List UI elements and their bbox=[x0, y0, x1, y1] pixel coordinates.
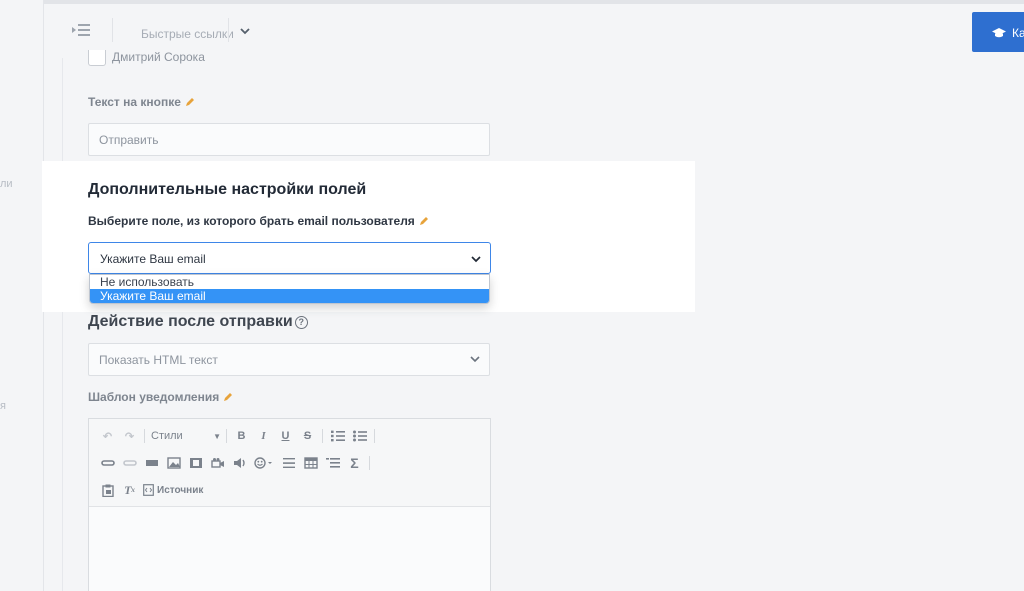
sidebar-label-fragment[interactable]: я bbox=[0, 400, 6, 412]
after-submit-select-value: Показать HTML текст bbox=[99, 353, 218, 367]
source-code-icon bbox=[143, 484, 154, 496]
primary-action-label: Ка bbox=[1012, 26, 1024, 40]
chevron-down-icon bbox=[470, 356, 480, 363]
option-not-used[interactable]: Не использовать bbox=[90, 275, 489, 289]
anchor-icon[interactable] bbox=[143, 455, 160, 471]
template-label-text: Шаблон уведомления bbox=[88, 390, 220, 404]
pencil-icon[interactable] bbox=[185, 97, 195, 107]
button-text-input[interactable]: Отправить bbox=[88, 123, 490, 156]
email-field-label: Выберите поле, из которого брать email п… bbox=[88, 214, 429, 228]
extra-settings-title: Дополнительные настройки полей bbox=[88, 181, 367, 198]
pencil-icon[interactable] bbox=[223, 392, 233, 402]
email-field-label-text: Выберите поле, из которого брать email п… bbox=[88, 214, 415, 228]
option-your-email[interactable]: Укажите Ваш email bbox=[90, 289, 489, 303]
after-submit-title: Действие после отправки? bbox=[88, 313, 308, 331]
caret-down-icon: ▼ bbox=[213, 431, 221, 441]
extra-field-settings-card: Дополнительные настройки полей Выберите … bbox=[42, 161, 695, 312]
template-label: Шаблон уведомления bbox=[88, 390, 233, 404]
flash-icon[interactable] bbox=[187, 455, 204, 471]
italic-icon[interactable]: I bbox=[255, 428, 272, 444]
emoji-icon[interactable] bbox=[253, 455, 275, 471]
video-icon[interactable] bbox=[209, 455, 226, 471]
styles-dropdown-label: Стили bbox=[151, 430, 183, 442]
chevron-down-icon bbox=[471, 256, 481, 263]
toolbar-divider bbox=[228, 18, 229, 42]
paste-icon[interactable] bbox=[99, 482, 116, 498]
underline-icon[interactable]: U bbox=[277, 428, 294, 444]
bold-icon[interactable]: B bbox=[233, 428, 250, 444]
paragraph-list-icon[interactable] bbox=[324, 455, 341, 471]
toolbar-divider bbox=[226, 429, 227, 443]
editor-toolbar: ↶ ↷ Стили ▼ B I U S Σ T x Источник bbox=[89, 419, 490, 507]
help-icon[interactable]: ? bbox=[294, 316, 308, 329]
recipient-checkbox[interactable] bbox=[88, 50, 106, 66]
undo-icon[interactable]: ↶ bbox=[99, 428, 116, 444]
after-submit-title-text: Действие после отправки bbox=[88, 313, 293, 330]
after-submit-select[interactable]: Показать HTML текст bbox=[88, 343, 490, 376]
sidebar-label-fragment[interactable]: ли bbox=[0, 178, 13, 190]
quick-links-label[interactable]: Быстрые ссылки bbox=[141, 27, 234, 41]
graduation-cap-icon bbox=[992, 27, 1006, 42]
pencil-icon[interactable] bbox=[419, 216, 429, 226]
left-sidebar: ли я bbox=[0, 0, 44, 591]
link-icon[interactable] bbox=[99, 455, 116, 471]
button-text-label: Текст на кнопке bbox=[88, 95, 195, 109]
styles-dropdown[interactable]: Стили ▼ bbox=[151, 430, 221, 442]
toolbar-divider bbox=[322, 429, 323, 443]
horizontal-rule-icon[interactable] bbox=[280, 455, 297, 471]
indent-toggle-icon[interactable] bbox=[72, 23, 90, 37]
chevron-down-icon[interactable] bbox=[238, 24, 252, 38]
button-text-label-text: Текст на кнопке bbox=[88, 95, 181, 109]
strikethrough-icon[interactable]: S bbox=[299, 428, 316, 444]
toolbar-divider bbox=[144, 429, 145, 443]
audio-icon[interactable] bbox=[231, 455, 248, 471]
toolbar-divider bbox=[112, 18, 113, 42]
numbered-list-icon[interactable] bbox=[329, 428, 346, 444]
source-button-label: Источник bbox=[157, 484, 204, 496]
email-field-select[interactable]: Укажите Ваш email bbox=[88, 242, 491, 274]
primary-action-button[interactable]: Ка bbox=[972, 12, 1024, 52]
bulleted-list-icon[interactable] bbox=[351, 428, 368, 444]
table-icon[interactable] bbox=[302, 455, 319, 471]
image-icon[interactable] bbox=[165, 455, 182, 471]
clear-format-icon[interactable]: Tx bbox=[121, 482, 138, 498]
email-field-select-value: Укажите Ваш email bbox=[100, 252, 206, 266]
source-button[interactable]: Источник bbox=[143, 482, 203, 498]
recipient-name: Дмитрий Сорока bbox=[112, 50, 205, 64]
toolbar-divider bbox=[374, 429, 375, 443]
rich-text-editor[interactable]: ↶ ↷ Стили ▼ B I U S Σ T x Источник bbox=[88, 418, 491, 591]
formula-icon[interactable]: Σ bbox=[346, 455, 363, 471]
redo-icon[interactable]: ↷ bbox=[121, 428, 138, 444]
unlink-icon[interactable] bbox=[121, 455, 138, 471]
email-field-options-list: Не использовать Укажите Ваш email bbox=[89, 274, 490, 304]
toolbar-divider bbox=[369, 456, 370, 470]
